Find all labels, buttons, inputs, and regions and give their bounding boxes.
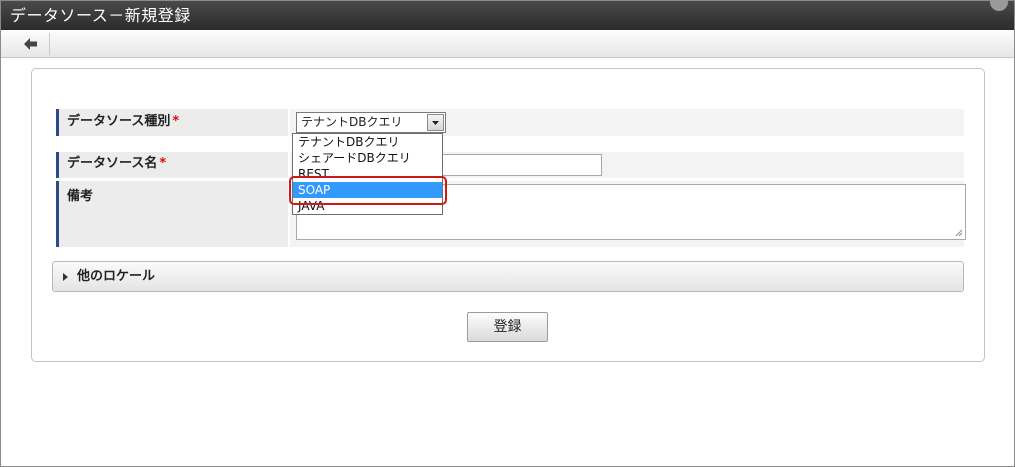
dropdown-option[interactable]: REST — [293, 166, 442, 182]
required-mark: * — [159, 156, 167, 171]
row-datasource-type: データソース種別 * テナントDBクエリ — [56, 109, 964, 136]
remarks-label-text: 備考 — [67, 189, 94, 204]
datasource-type-selected: テナントDBクエリ — [301, 115, 403, 129]
page-title: データソース－新規登録 — [10, 6, 191, 25]
datasource-type-select[interactable]: テナントDBクエリ — [296, 112, 446, 133]
dropdown-option[interactable]: シェアードDBクエリ — [293, 150, 442, 166]
dropdown-option[interactable]: テナントDBクエリ — [293, 134, 442, 150]
row-datasource-name: データソース名 * — [56, 152, 964, 178]
row-remarks: 備考 — [56, 181, 966, 247]
datasource-name-label-text: データソース名 — [67, 156, 158, 171]
toolbar — [1, 30, 1014, 58]
form-panel: データソース種別 * テナントDBクエリ データソース名 * 備考 他のロケール… — [31, 68, 985, 362]
other-locale-toggle[interactable]: 他のロケール — [52, 261, 964, 292]
dropdown-option[interactable]: JAVA — [293, 198, 442, 214]
datasource-type-dropdown: テナントDBクエリ シェアードDBクエリ REST SOAP JAVA — [292, 133, 443, 215]
datasource-type-label-text: データソース種別 — [67, 114, 171, 129]
caret-right-icon — [63, 273, 68, 281]
dropdown-option-selected[interactable]: SOAP — [293, 182, 442, 198]
window-corner-icon — [990, 0, 1008, 11]
datasource-type-label: データソース種別 * — [56, 109, 288, 136]
register-button[interactable]: 登録 — [467, 312, 548, 342]
datasource-name-label: データソース名 * — [56, 152, 288, 178]
datasource-type-cell: テナントDBクエリ — [288, 109, 964, 136]
chevron-down-icon[interactable] — [427, 114, 444, 131]
app-window: データソース－新規登録 データソース種別 * テナントDBクエリ データソース名… — [0, 0, 1015, 467]
back-button[interactable] — [12, 33, 50, 55]
arrow-left-icon — [23, 38, 37, 50]
remarks-label: 備考 — [56, 181, 288, 247]
required-mark: * — [172, 114, 180, 129]
title-bar: データソース－新規登録 — [1, 0, 1014, 30]
resize-grip-icon[interactable] — [955, 229, 963, 237]
other-locale-label: 他のロケール — [77, 269, 156, 284]
